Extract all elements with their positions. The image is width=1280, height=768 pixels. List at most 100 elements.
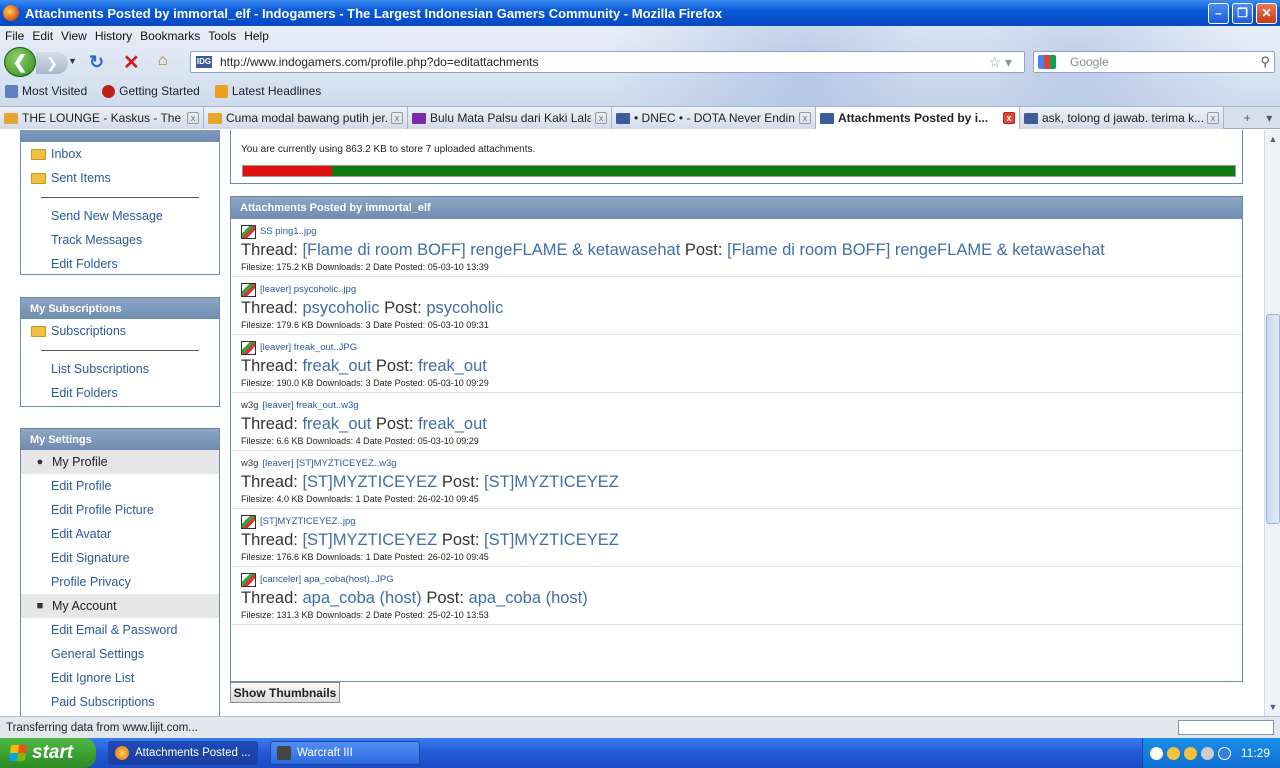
- menu-bookmarks[interactable]: Bookmarks: [140, 29, 200, 43]
- page-scrollbar[interactable]: ▲ ▼: [1264, 130, 1280, 716]
- url-text[interactable]: http://www.indogamers.com/profile.php?do…: [220, 55, 989, 69]
- post-link[interactable]: psycoholic: [426, 299, 503, 317]
- attachment-filename-link[interactable]: [leaver] freak_out..JPG: [260, 342, 357, 353]
- sidebar-item-edit-profile[interactable]: Edit Profile: [21, 474, 219, 498]
- post-link[interactable]: [ST]MYZTICEYEZ: [484, 531, 619, 549]
- thread-link[interactable]: [Flame di room BOFF] rengeFLAME & ketawa…: [302, 241, 680, 259]
- sidebar-item-edit-email[interactable]: Edit Email & Password: [21, 618, 219, 642]
- search-placeholder[interactable]: Google: [1070, 55, 1260, 69]
- sidebar-item-send-message[interactable]: Send New Message: [21, 204, 219, 228]
- attachment-filename-link[interactable]: [leaver] [ST]MYZTICEYEZ..w3g: [262, 458, 396, 469]
- task-firefox[interactable]: Attachments Posted ...: [108, 741, 258, 765]
- sidebar-item-edit-avatar[interactable]: Edit Avatar: [21, 522, 219, 546]
- search-icon[interactable]: ⚲: [1260, 54, 1270, 70]
- close-window-button[interactable]: ✕: [1256, 2, 1277, 24]
- thread-link[interactable]: freak_out: [302, 415, 371, 433]
- bookmark-latest-headlines[interactable]: Latest Headlines: [214, 84, 321, 98]
- tab-kaskus[interactable]: THE LOUNGE - Kaskus - The L...x: [0, 107, 204, 129]
- windows-logo-icon: [8, 745, 28, 761]
- sidebar-item-edit-ignore-list[interactable]: Edit Ignore List: [21, 666, 219, 690]
- thread-link[interactable]: [ST]MYZTICEYEZ: [302, 473, 437, 491]
- close-tab-icon[interactable]: x: [595, 112, 607, 124]
- sidebar-item-general-settings[interactable]: General Settings: [21, 642, 219, 666]
- close-tab-icon[interactable]: x: [187, 112, 199, 124]
- scroll-thumb[interactable]: [1266, 314, 1280, 524]
- post-link[interactable]: freak_out: [418, 415, 487, 433]
- post-link[interactable]: apa_coba (host): [469, 589, 588, 607]
- sidebar-item-edit-profile-picture[interactable]: Edit Profile Picture: [21, 498, 219, 522]
- stop-button[interactable]: ✕: [123, 50, 140, 75]
- maximize-button[interactable]: ❐: [1232, 2, 1253, 24]
- tray-icon[interactable]: [1200, 746, 1214, 760]
- thread-link[interactable]: freak_out: [302, 357, 371, 375]
- file-type-label: w3g: [241, 400, 259, 411]
- show-thumbnails-button[interactable]: Show Thumbnails: [230, 682, 340, 703]
- close-tab-icon[interactable]: x: [1003, 112, 1015, 124]
- close-tab-icon[interactable]: x: [1207, 112, 1219, 124]
- menu-edit[interactable]: Edit: [32, 29, 53, 43]
- bookmark-star-icon[interactable]: ☆ ▾: [989, 54, 1012, 71]
- menu-view[interactable]: View: [61, 29, 87, 43]
- new-tab-icon[interactable]: +: [1244, 111, 1251, 125]
- tray-icon[interactable]: [1217, 746, 1231, 760]
- menu-tools[interactable]: Tools: [208, 29, 236, 43]
- task-warcraft[interactable]: Warcraft III: [270, 741, 420, 765]
- search-box[interactable]: Google ⚲: [1033, 51, 1275, 73]
- sidebar-item-list-subscriptions[interactable]: List Subscriptions: [21, 357, 219, 381]
- history-dropdown-icon[interactable]: ▼: [68, 56, 77, 66]
- address-bar[interactable]: IDG http://www.indogamers.com/profile.ph…: [190, 51, 1025, 73]
- lock-icon: ■: [36, 600, 44, 612]
- close-tab-icon[interactable]: x: [799, 112, 811, 124]
- sidebar-item-edit-sub-folders[interactable]: Edit Folders: [21, 381, 219, 405]
- google-icon[interactable]: [1038, 55, 1056, 69]
- post-link[interactable]: freak_out: [418, 357, 487, 375]
- tray-icon[interactable]: [1183, 746, 1197, 760]
- sidebar-item-inbox[interactable]: Inbox: [21, 142, 219, 166]
- start-button[interactable]: start: [0, 738, 96, 768]
- tab-attachments[interactable]: Attachments Posted by i... x: [816, 107, 1020, 129]
- sidebar-item-paid-subscriptions[interactable]: Paid Subscriptions: [21, 690, 219, 714]
- tab-ask[interactable]: ask, tolong d jawab. terima k... x: [1020, 107, 1224, 129]
- tab-dnec[interactable]: • DNEC • - DOTA Never Endin... x: [612, 107, 816, 129]
- sidebar-item-track-messages[interactable]: Track Messages: [21, 228, 219, 252]
- thread-link[interactable]: apa_coba (host): [302, 589, 421, 607]
- tray-arrow-icon[interactable]: [1149, 746, 1163, 760]
- minimize-button[interactable]: –: [1208, 2, 1229, 24]
- attachment-row: [leaver] freak_out..JPG Thread: freak_out…: [231, 335, 1242, 393]
- bookmark-getting-started[interactable]: Getting Started: [102, 84, 200, 98]
- home-button[interactable]: ⌂: [158, 52, 168, 70]
- attachment-filename-link[interactable]: [leaver] psycoholic..jpg: [260, 284, 356, 295]
- menu-help[interactable]: Help: [244, 29, 269, 43]
- most-visited-icon: [5, 84, 18, 98]
- sidebar-item-edit-signature[interactable]: Edit Signature: [21, 546, 219, 570]
- attachment-meta: Filesize: 175.2 KB Downloads: 2 Date Pos…: [241, 261, 1232, 276]
- sidebar-item-profile-privacy[interactable]: Profile Privacy: [21, 570, 219, 594]
- bookmark-most-visited[interactable]: Most Visited: [5, 84, 87, 98]
- scroll-down-icon[interactable]: ▼: [1266, 700, 1280, 714]
- tab-bawang[interactable]: Cuma modal bawang putih jer... x: [204, 107, 408, 129]
- back-button[interactable]: ❮: [4, 47, 36, 77]
- reload-button[interactable]: ↻: [89, 52, 104, 73]
- attachment-row: w3g [leaver] [ST]MYZTICEYEZ..w3g Thread: […: [231, 451, 1242, 509]
- tab-bulu-mata[interactable]: Bulu Mata Palsu dari Kaki Lala... x: [408, 107, 612, 129]
- sidebar-item-sent[interactable]: Sent Items: [21, 166, 219, 190]
- sidebar-item-subscriptions[interactable]: Subscriptions: [21, 319, 219, 343]
- thread-link[interactable]: [ST]MYZTICEYEZ: [302, 531, 437, 549]
- image-file-icon: [241, 282, 256, 297]
- tab-list-icon[interactable]: ▾: [1266, 111, 1272, 125]
- menu-file[interactable]: File: [5, 29, 24, 43]
- close-tab-icon[interactable]: x: [391, 112, 403, 124]
- attachment-filename-link[interactable]: [leaver] freak_out..w3g: [262, 400, 358, 411]
- scroll-up-icon[interactable]: ▲: [1266, 132, 1280, 146]
- attachment-filename-link[interactable]: SS ping1..jpg: [260, 226, 317, 237]
- post-link[interactable]: [ST]MYZTICEYEZ: [484, 473, 619, 491]
- thread-link[interactable]: psycoholic: [302, 299, 379, 317]
- sidebar-item-edit-folders[interactable]: Edit Folders: [21, 252, 219, 276]
- post-link[interactable]: [Flame di room BOFF] rengeFLAME & ketawa…: [727, 241, 1105, 259]
- attachment-filename-link[interactable]: [canceler] apa_coba(host)..JPG: [260, 574, 394, 585]
- forward-button[interactable]: ❯: [36, 52, 68, 74]
- menu-bar: File Edit View History Bookmarks Tools H…: [0, 26, 272, 46]
- attachment-filename-link[interactable]: [ST]MYZTICEYEZ..jpg: [260, 516, 356, 527]
- menu-history[interactable]: History: [95, 29, 132, 43]
- tray-icon[interactable]: [1166, 746, 1180, 760]
